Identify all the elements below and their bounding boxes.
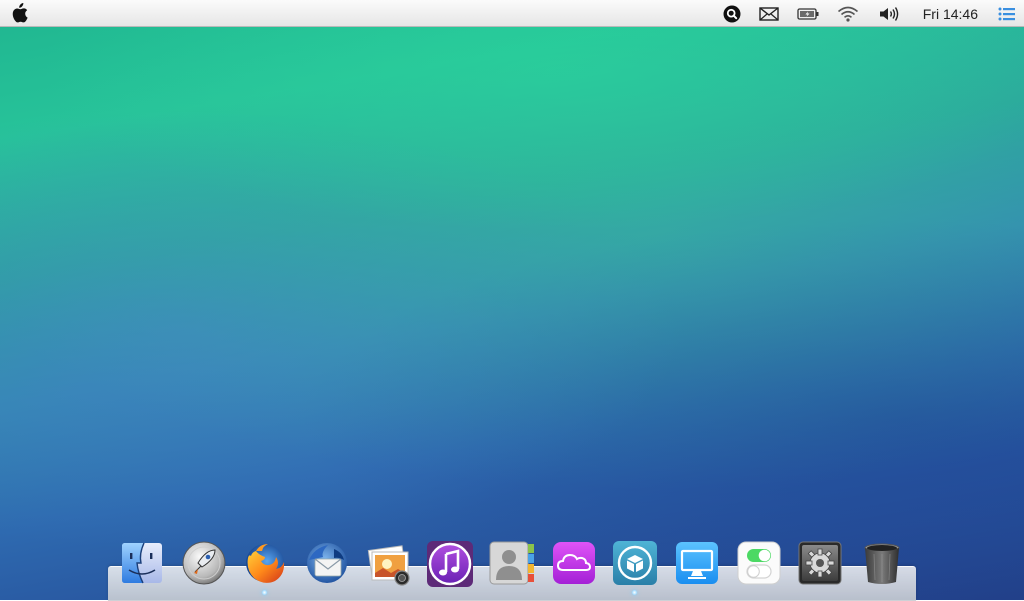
package-icon <box>613 541 658 585</box>
dock-item-launchpad[interactable] <box>180 540 228 596</box>
search-icon[interactable] <box>715 0 749 27</box>
dock-item-system-preferences[interactable] <box>796 540 844 596</box>
mail-icon[interactable] <box>749 0 789 27</box>
firefox-icon <box>246 544 285 583</box>
running-indicator <box>262 590 268 595</box>
cloud-icon <box>552 542 595 584</box>
music-note-icon <box>427 541 474 587</box>
dock-item-display[interactable] <box>673 540 721 596</box>
dock-item-photos[interactable] <box>365 540 413 596</box>
dock <box>112 540 912 596</box>
dock-item-thunderbird[interactable] <box>303 540 351 596</box>
running-indicator <box>632 590 638 595</box>
contacts-icon <box>489 541 534 585</box>
menu-list-icon[interactable] <box>990 0 1024 27</box>
dock-item-icloud[interactable] <box>550 540 598 596</box>
photos-icon <box>367 545 410 586</box>
wifi-icon[interactable] <box>827 0 869 27</box>
menu-bar: Fri 14:46 <box>0 0 1024 27</box>
volume-icon[interactable] <box>869 0 909 27</box>
thunderbird-icon <box>306 543 347 583</box>
gear-icon <box>798 541 842 585</box>
apple-logo-icon[interactable] <box>10 3 28 23</box>
rocket-icon <box>182 541 226 585</box>
desktop-wallpaper <box>0 0 1024 600</box>
battery-icon[interactable] <box>789 0 827 27</box>
trash-icon <box>864 543 900 584</box>
menu-bar-clock[interactable]: Fri 14:46 <box>923 6 978 22</box>
dock-item-trash[interactable] <box>858 540 906 596</box>
dock-item-itunes[interactable] <box>426 540 474 596</box>
monitor-icon <box>675 542 718 584</box>
dock-item-toggles[interactable] <box>735 540 783 596</box>
dock-item-app-store[interactable] <box>611 540 659 596</box>
finder-icon <box>122 542 162 584</box>
dock-item-contacts[interactable] <box>488 540 536 596</box>
toggle-icon <box>737 541 781 585</box>
dock-item-firefox[interactable] <box>241 540 289 596</box>
dock-item-finder[interactable] <box>118 540 166 596</box>
